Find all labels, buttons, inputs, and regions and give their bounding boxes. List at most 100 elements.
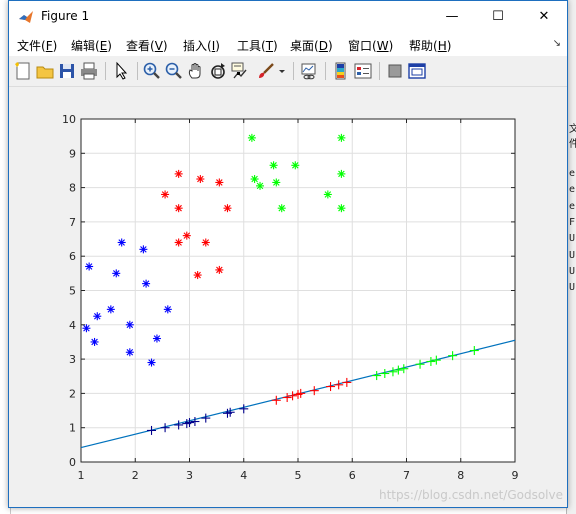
zoom-in-icon[interactable] [142,61,162,81]
star-marker [125,320,134,329]
maximize-icon: ☐ [492,9,504,24]
menu-item-accelerator: D [318,39,328,53]
star-marker [152,334,161,343]
star-marker [201,238,210,247]
star-marker [174,204,183,213]
menu-item[interactable]: 查看(V) [126,37,168,54]
close-button[interactable]: ✕ [521,1,567,32]
background-line: U [569,233,576,245]
menu-item-tail: ) [162,39,168,53]
scatter-chart[interactable]: 1 2 3 4 5 6 7 8 9012345678910https://blog.csdn.n… [9,87,567,507]
new-figure-icon[interactable] [13,61,33,81]
menu-item-accelerator: V [154,39,163,53]
colorbar-icon[interactable] [331,61,351,81]
x-tick-label: 4 [240,469,247,482]
star-marker [215,178,224,187]
link-plot-icon[interactable] [299,61,319,81]
toolbar-separator [105,62,106,80]
menu-bar: 文件(F) 编辑(E) 查看(V) 插入(I) 工具(T) 桌面(D) 窗口(W) 帮助(H)… [9,32,567,56]
star-marker [337,204,346,213]
y-tick-label: 1 [69,422,76,435]
menu-item[interactable]: 帮助(H) [409,37,451,54]
figure-window: Figure 1 — ☐ ✕ 文件(F) 编辑(E) 查看(V) 插入(I) 工具(T)… [8,0,568,508]
show-plot-tools-icon[interactable] [407,61,427,81]
star-marker [174,238,183,247]
star-marker [161,190,170,199]
toolbar [9,56,567,87]
star-marker [337,169,346,178]
menu-overflow-icon[interactable]: ↘ [553,38,561,49]
star-marker [215,265,224,274]
background-line: U [569,249,576,261]
y-tick-label: 8 [69,182,76,195]
y-tick-label: 7 [69,216,76,229]
x-tick-label: 8 [457,469,464,482]
watermark: https://blog.csdn.net/Godsolve [379,488,563,502]
minimize-button[interactable]: — [429,1,475,32]
x-tick-label: 5 [295,469,302,482]
close-icon: ✕ [538,9,550,24]
star-marker [337,133,346,142]
figure-canvas[interactable]: 1 2 3 4 5 6 7 8 9 0 1 2 3 4 5 6 7 8 9 10 https://blog.csdn.n… [9,87,567,507]
star-marker [269,161,278,170]
star-marker [85,262,94,271]
x-tick-label: 6 [349,469,356,482]
save-icon[interactable] [57,61,77,81]
background-line: U [569,265,576,277]
star-marker [272,178,281,187]
y-tick-label: 9 [69,147,76,160]
menu-item-tail: ) [327,39,333,53]
open-file-icon[interactable] [35,61,55,81]
rotate-3d-icon[interactable] [208,61,228,81]
hide-plot-tools-icon[interactable] [385,61,405,81]
menu-item-tail: ) [107,39,112,53]
y-tick-label: 0 [69,456,76,469]
toolbar-separator [379,62,380,80]
x-tick-label: 7 [403,469,410,482]
menu-item-accelerator: F [45,39,53,53]
pan-hand-icon[interactable] [186,61,206,81]
menu-item[interactable]: 插入(I) [183,37,220,54]
legend-icon[interactable] [353,61,373,81]
toolbar-separator [137,62,138,80]
data-cursor-icon[interactable] [230,61,250,81]
brush-dropdown-icon[interactable] [277,61,287,81]
menu-item[interactable]: 编辑(E) [71,37,112,54]
menu-item[interactable]: 桌面(D) [290,37,333,54]
window-title: Figure 1 [41,9,90,23]
menu-item-label: 桌面( [290,39,319,53]
zoom-out-icon[interactable] [164,61,184,81]
menu-item-label: 查看( [126,39,155,53]
star-marker [90,337,99,346]
pointer-icon[interactable] [111,61,131,81]
print-icon[interactable] [79,61,99,81]
maximize-button[interactable]: ☐ [475,1,521,32]
menu-item-label: 插入( [183,39,212,53]
star-marker [291,161,300,170]
menu-item[interactable]: 窗口(W) [348,37,393,54]
star-marker [182,231,191,240]
menu-item-accelerator: T [265,39,274,53]
menu-item[interactable]: 工具(T) [237,37,278,54]
star-marker [112,269,121,278]
menu-item[interactable]: 文件(F) [17,37,57,54]
star-marker [277,204,286,213]
y-tick-label: 6 [69,250,76,263]
background-line: F [569,216,576,228]
star-marker [106,305,115,314]
y-tick-label: 10 [62,113,76,126]
star-marker [323,190,332,199]
star-marker [82,324,91,333]
title-bar[interactable]: Figure 1 — ☐ ✕ [9,1,567,32]
star-marker [139,245,148,254]
menu-item-label: 窗口( [348,39,377,53]
brush-icon[interactable] [256,61,276,81]
star-marker [117,238,126,247]
star-marker [147,358,156,367]
minimize-icon: — [445,9,459,24]
menu-item-tail: ) [273,39,278,53]
background-line: e [569,168,576,179]
menu-item-tail: ) [52,39,58,53]
star-marker [247,133,256,142]
star-marker [142,279,151,288]
